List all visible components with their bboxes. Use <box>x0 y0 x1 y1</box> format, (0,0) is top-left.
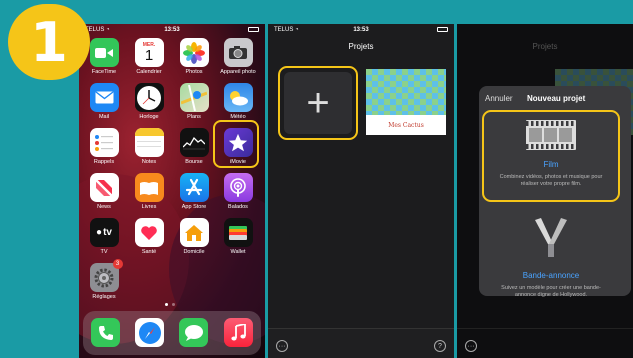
trailer-title: Bande-annonce <box>522 271 580 280</box>
more-options-icon[interactable]: ··· <box>465 340 477 352</box>
app-maps[interactable]: Plans <box>175 83 213 120</box>
weather-icon <box>223 83 253 112</box>
app-appstore[interactable]: App Store <box>175 173 213 210</box>
app-facetime[interactable]: FaceTime <box>85 38 123 75</box>
app-notes[interactable]: Notes <box>130 128 168 165</box>
background-title: Projets <box>532 42 558 51</box>
appstore-icon <box>179 173 209 202</box>
app-reminders[interactable]: Rappels <box>85 128 123 165</box>
app-calendar[interactable]: MER. 1 Calendrier <box>130 38 168 75</box>
carrier-label: TELUS ◔ <box>85 27 110 33</box>
project-thumbnail[interactable]: Mes Cactus <box>366 69 446 135</box>
music-icon[interactable] <box>224 318 253 347</box>
clock-time: 13:53 <box>353 27 369 33</box>
video-icon <box>89 38 119 67</box>
status-bar: TELUS ◔ 13:53 <box>79 24 265 36</box>
app-books[interactable]: Livres <box>130 173 168 210</box>
news-icon <box>89 173 119 202</box>
list-icon <box>89 128 119 157</box>
app-health[interactable]: Santé <box>130 218 168 255</box>
app-mail[interactable]: Mail <box>85 83 123 120</box>
film-title: Film <box>543 160 559 169</box>
battery-icon <box>201 26 259 33</box>
safari-icon[interactable] <box>135 318 164 347</box>
house-icon <box>179 218 209 247</box>
notes-icon <box>134 128 164 157</box>
spotlight-icon <box>535 218 567 257</box>
app-stocks[interactable]: Bourse <box>175 128 213 165</box>
help-icon[interactable]: ? <box>434 340 446 352</box>
tv-glyph: ● <box>96 227 103 238</box>
podcast-icon <box>223 173 253 202</box>
cancel-button[interactable]: Annuler <box>485 94 513 103</box>
step-number-badge: 1 <box>8 4 90 80</box>
book-icon <box>134 173 164 202</box>
projects-screen: TELUS ◔ 13:53 Projets + Mes Cactus ··· ? <box>268 24 454 358</box>
home-screen: TELUS ◔ 13:53 FaceTime MER. 1 Calendrier <box>79 24 265 358</box>
messages-icon[interactable] <box>179 318 208 347</box>
app-podcasts[interactable]: Balados <box>219 173 257 210</box>
carrier-label: TELUS ◔ <box>274 27 299 33</box>
camera-icon <box>223 38 253 67</box>
phone-icon[interactable] <box>91 318 120 347</box>
project-caption: Mes Cactus <box>366 115 446 135</box>
page-indicator[interactable] <box>165 303 175 306</box>
sheet-title: Nouveau projet <box>527 94 586 103</box>
bottom-toolbar: ··· ? <box>268 328 454 358</box>
film-description: Combinez vidéos, photos et musique pour … <box>499 174 603 188</box>
wallet-icon <box>223 218 253 247</box>
film-option[interactable]: Film Combinez vidéos, photos et musique … <box>482 110 620 202</box>
photos-icon <box>179 38 209 67</box>
app-tv[interactable]: ● tv TV <box>85 218 123 255</box>
clock-time: 13:53 <box>164 27 180 33</box>
tv-icon: ● tv <box>89 218 119 247</box>
status-bar: TELUS ◔ 13:53 <box>268 24 454 36</box>
dock <box>83 311 261 355</box>
app-clock[interactable]: Horloge <box>130 83 168 120</box>
chart-icon <box>179 128 209 157</box>
app-settings[interactable]: 3 Réglages <box>85 259 123 300</box>
bottom-toolbar: ··· <box>457 328 633 358</box>
film-strip-icon <box>526 120 576 150</box>
app-camera[interactable]: Appareil photo <box>219 38 257 75</box>
heart-icon <box>134 218 164 247</box>
new-project-screen: Projets Annuler Nouveau projet Film Comb… <box>457 24 633 358</box>
plus-icon: + <box>284 72 352 134</box>
notification-badge: 3 <box>112 259 123 269</box>
app-news[interactable]: News <box>85 173 123 210</box>
battery-icon <box>390 26 448 33</box>
gear-icon: 3 <box>89 259 123 292</box>
app-home[interactable]: Domicile <box>175 218 213 255</box>
app-weather[interactable]: Météo <box>219 83 257 120</box>
trailer-option[interactable]: Bande-annonce Suivez un modèle pour crée… <box>482 218 620 300</box>
app-wallet[interactable]: Wallet <box>219 218 257 255</box>
app-photos[interactable]: Photos <box>175 38 213 75</box>
page-title: Projets <box>348 42 374 51</box>
new-project-button[interactable]: + <box>278 66 358 140</box>
map-icon <box>179 83 209 112</box>
clock-icon <box>134 83 164 112</box>
mail-icon <box>89 83 119 112</box>
new-project-sheet: Annuler Nouveau projet Film Combinez vid… <box>479 86 631 298</box>
imovie-highlight <box>213 120 259 168</box>
sheet-header: Annuler Nouveau projet <box>479 92 631 106</box>
calendar-icon: MER. 1 <box>134 38 164 67</box>
trailer-description: Suivez un modèle pour créer une bande-an… <box>501 285 601 299</box>
more-options-icon[interactable]: ··· <box>276 340 288 352</box>
